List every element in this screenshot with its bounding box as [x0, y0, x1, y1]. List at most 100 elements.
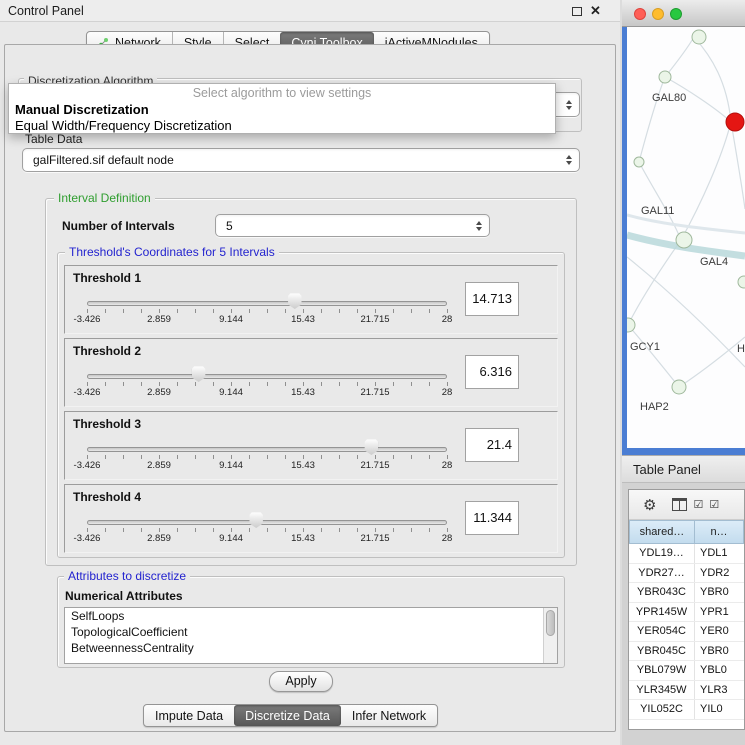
- table-data-combobox[interactable]: galFiltered.sif default node: [22, 148, 580, 172]
- close-icon[interactable]: ✕: [590, 3, 601, 19]
- selected-network-node: [726, 113, 744, 131]
- table-panel-bar: Table Panel: [622, 455, 745, 483]
- slider-track[interactable]: [87, 447, 447, 452]
- slider-scale: -3.4262.8599.14415.4321.71528: [87, 460, 447, 472]
- table-row[interactable]: YBL079WYBL0: [629, 661, 744, 681]
- network-node: [676, 232, 692, 248]
- slider-track[interactable]: [87, 374, 447, 379]
- scale-label: 15.43: [291, 387, 315, 398]
- threshold-label: Threshold 1: [73, 271, 141, 285]
- table-row[interactable]: YPR145WYPR1: [629, 603, 744, 623]
- attribute-item[interactable]: BetweennessCentrality: [65, 640, 557, 656]
- scale-label: 2.859: [147, 533, 171, 544]
- table-cell-name: YLR3: [695, 681, 744, 700]
- node-label: GAL80: [652, 92, 686, 104]
- panel-title: Control Panel: [8, 4, 84, 18]
- slider-thumb[interactable]: [364, 439, 378, 455]
- attribute-item[interactable]: SelfLoops: [65, 608, 557, 624]
- scale-label: 28: [442, 387, 453, 398]
- table-cell-name: YER0: [695, 622, 744, 641]
- checkbox-icon[interactable]: ☑: [693, 498, 703, 511]
- table-row[interactable]: YDL19…YDL1: [629, 544, 744, 564]
- table-row[interactable]: YIL052CYIL0: [629, 700, 744, 720]
- network-node: [672, 380, 686, 394]
- apply-button[interactable]: Apply: [269, 671, 333, 692]
- threshold-value-field[interactable]: 6.316: [465, 355, 519, 389]
- tab-infer-network[interactable]: Infer Network: [341, 705, 437, 726]
- threshold-value-field[interactable]: 14.713: [465, 282, 519, 316]
- table-header-row: shared… n…: [629, 520, 744, 544]
- scrollbar[interactable]: [543, 608, 557, 663]
- scale-label: -3.426: [74, 533, 101, 544]
- scale-label: -3.426: [74, 387, 101, 398]
- table-cell-shared-name: YBR045C: [629, 642, 695, 661]
- close-button[interactable]: [634, 8, 646, 20]
- scale-label: 28: [442, 533, 453, 544]
- table-cell-shared-name: YER054C: [629, 622, 695, 641]
- slider-thumb[interactable]: [192, 366, 206, 382]
- table-cell-name: YDL1: [695, 544, 744, 563]
- table-row[interactable]: YDR27…YDR2: [629, 564, 744, 584]
- tab-label: Impute Data: [155, 709, 223, 723]
- table-data-selected: galFiltered.sif default node: [33, 149, 174, 171]
- column-header-name[interactable]: n…: [695, 520, 744, 544]
- node-label: GAL11: [641, 205, 674, 217]
- table-row[interactable]: YBR043CYBR0: [629, 583, 744, 603]
- scrollbar-thumb[interactable]: [546, 610, 555, 636]
- table-row[interactable]: YBR045CYBR0: [629, 642, 744, 662]
- combo-stepper-icon: [566, 100, 572, 110]
- algorithm-dropdown-popup: Select algorithm to view settings Manual…: [8, 83, 556, 134]
- threshold-slider[interactable]: -3.426 2.859 9.144 15.43 21.715 28: [73, 361, 463, 405]
- table-row[interactable]: YLR345WYLR3: [629, 681, 744, 701]
- slider-track[interactable]: [87, 520, 447, 525]
- scale-label: 21.715: [360, 314, 389, 325]
- table-cell-shared-name: YBL079W: [629, 661, 695, 680]
- numerical-attributes-list[interactable]: SelfLoopsTopologicalCoefficientBetweenne…: [64, 607, 558, 664]
- tab-discretize-data[interactable]: Discretize Data: [234, 705, 341, 726]
- threshold-label: Threshold 4: [73, 490, 141, 504]
- number-of-intervals-combobox[interactable]: 5: [215, 214, 490, 237]
- columns-icon[interactable]: [672, 498, 687, 511]
- scale-label: -3.426: [74, 314, 101, 325]
- checkbox-icon[interactable]: ☑: [709, 498, 719, 511]
- tab-impute-data[interactable]: Impute Data: [144, 705, 234, 726]
- slider-ticks: [87, 309, 448, 313]
- scale-label: 21.715: [360, 387, 389, 398]
- minimize-button[interactable]: [652, 8, 664, 20]
- network-canvas[interactable]: GAL80 GAL11 GAL4 GCY1 HAP2 H: [627, 27, 745, 448]
- network-node: [692, 30, 706, 44]
- thresholds-list: Threshold 1 14.713 -3.426 2.859 9.144 15.43…: [64, 265, 558, 557]
- scale-label: 9.144: [219, 460, 243, 471]
- scale-label: 2.859: [147, 460, 171, 471]
- interval-definition-title: Interval Definition: [54, 191, 155, 205]
- right-pane: GAL80 GAL11 GAL4 GCY1 HAP2 H Table Panel…: [622, 0, 745, 745]
- numerical-attributes-label: Numerical Attributes: [65, 589, 183, 603]
- popup-placeholder: Select algorithm to view settings: [9, 86, 555, 102]
- scale-label: 9.144: [219, 314, 243, 325]
- threshold-slider[interactable]: -3.4262.8599.14415.4321.71528: [73, 507, 463, 551]
- scale-label: 2.859: [147, 387, 171, 398]
- gear-icon[interactable]: ⚙: [643, 496, 656, 514]
- threshold-value-field[interactable]: 11.344: [465, 501, 519, 535]
- threshold-slider[interactable]: -3.4262.8599.14415.4321.71528: [73, 434, 463, 478]
- table-row[interactable]: YER054CYER0: [629, 622, 744, 642]
- scale-label: 9.144: [219, 387, 243, 398]
- network-node: [659, 71, 671, 83]
- zoom-button[interactable]: [670, 8, 682, 20]
- slider-ticks: [87, 528, 448, 532]
- attribute-item[interactable]: TopologicalCoefficient: [65, 624, 557, 640]
- table-cell-name: YBR0: [695, 583, 744, 602]
- table-rows: YDL19…YDL1YDR27…YDR2YBR043CYBR0YPR145WYP…: [629, 544, 744, 720]
- slider-track[interactable]: [87, 301, 447, 306]
- popup-option[interactable]: Manual Discretization: [9, 102, 555, 118]
- table-cell-shared-name: YLR345W: [629, 681, 695, 700]
- threshold-value-field[interactable]: 21.4: [465, 428, 519, 462]
- slider-thumb[interactable]: [249, 512, 263, 528]
- slider-thumb[interactable]: [288, 293, 302, 309]
- column-header-shared-name[interactable]: shared…: [629, 520, 695, 544]
- threshold-slider[interactable]: -3.4262.8599.14415.4321.71528: [73, 288, 463, 332]
- threshold-label: Threshold 3: [73, 417, 141, 431]
- network-node: [738, 276, 745, 288]
- float-window-icon[interactable]: [572, 7, 582, 16]
- popup-option[interactable]: Equal Width/Frequency Discretization: [9, 118, 555, 134]
